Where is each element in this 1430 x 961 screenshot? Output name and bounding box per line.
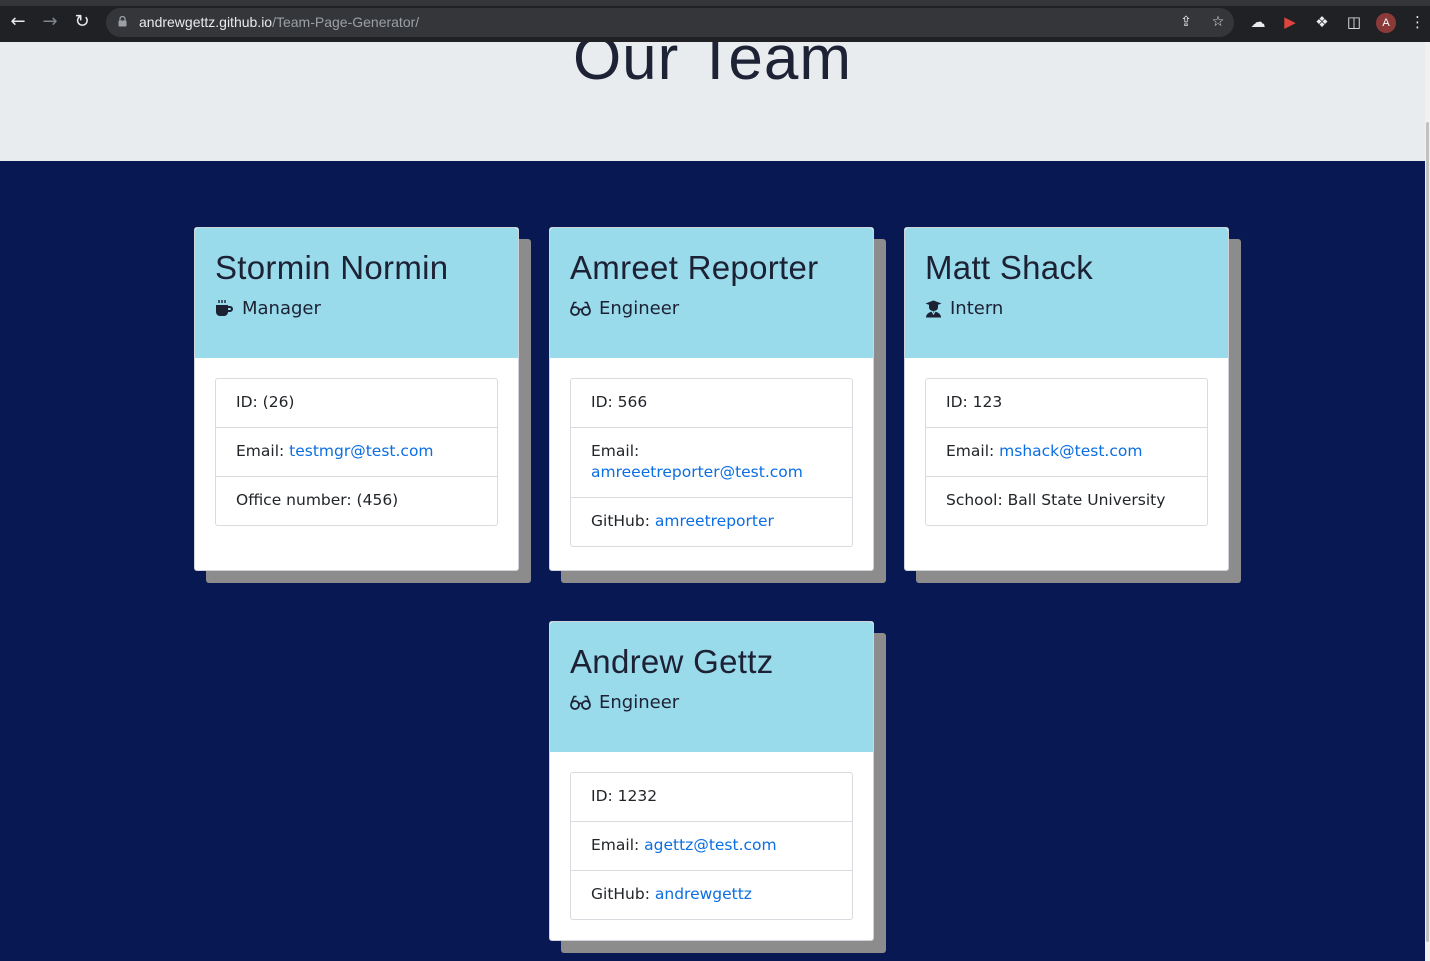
id-label: ID: [591, 787, 618, 805]
email-label: Email: [591, 836, 645, 854]
back-icon[interactable]: ← [8, 12, 28, 32]
extension-cloud-icon[interactable]: ☁ [1249, 13, 1267, 31]
forward-icon[interactable]: → [40, 12, 60, 32]
email-link[interactable]: mshack@test.com [999, 442, 1142, 460]
team-card: Matt Shack Intern ID: 123 Email: mshack@… [904, 227, 1229, 571]
graduate-icon [925, 300, 942, 317]
office-value: (456) [356, 491, 399, 509]
team-card: Amreet Reporter Engineer ID: 566 Email: a… [549, 227, 874, 571]
email-row: Email: agettz@test.com [571, 821, 852, 870]
bookmark-star-icon[interactable]: ☆ [1210, 14, 1226, 30]
url-path: /Team-Page-Generator/ [272, 14, 420, 30]
card-body: ID: 566 Email: amreeetreporter@test.com G… [550, 358, 873, 567]
employee-role: Engineer [570, 692, 853, 713]
id-value: 123 [972, 393, 1003, 411]
share-icon[interactable]: ⇪ [1178, 14, 1194, 30]
employee-name: Matt Shack [925, 249, 1094, 286]
school-value: Ball State University [1007, 491, 1166, 509]
page-title: Our Team [572, 42, 853, 93]
employee-role: Manager [215, 298, 498, 319]
browser-toolbar: ← → ↻ andrewgettz.github.io/Team-Page-Ge… [0, 0, 1430, 42]
menu-kebab-icon[interactable]: ⋮ [1410, 13, 1425, 31]
github-link[interactable]: andrewgettz [655, 885, 752, 903]
extensions-puzzle-icon[interactable]: ❖ [1313, 13, 1331, 31]
github-link[interactable]: amreetreporter [655, 512, 774, 530]
employee-role: Intern [925, 298, 1208, 319]
info-list: ID: (26) Email: testmgr@test.com Office … [215, 378, 498, 526]
id-row: ID: 566 [571, 379, 852, 427]
info-list: ID: 1232 Email: agettz@test.com GitHub: … [570, 772, 853, 920]
role-label: Engineer [599, 692, 680, 713]
school-label: School: [946, 491, 1008, 509]
github-row: GitHub: amreetreporter [571, 497, 852, 546]
team-card: Andrew Gettz Engineer ID: 1232 Email: ag… [549, 621, 874, 941]
side-panel-icon[interactable]: ◫ [1345, 13, 1363, 31]
email-label: Email: [946, 442, 1000, 460]
card-header: Amreet Reporter Engineer [550, 228, 873, 358]
employee-name: Amreet Reporter [570, 249, 819, 286]
card-body: ID: (26) Email: testmgr@test.com Office … [195, 358, 518, 546]
email-link[interactable]: agettz@test.com [644, 836, 776, 854]
card-header: Matt Shack Intern [905, 228, 1228, 358]
id-label: ID: [591, 393, 618, 411]
lock-icon [118, 16, 127, 27]
employee-role: Engineer [570, 298, 853, 319]
card-body: ID: 1232 Email: agettz@test.com GitHub: … [550, 752, 873, 940]
github-label: GitHub: [591, 512, 655, 530]
school-row: School: Ball State University [926, 476, 1207, 525]
card-body: ID: 123 Email: mshack@test.com School: B… [905, 358, 1228, 546]
id-label: ID: [236, 393, 263, 411]
scrollbar-thumb[interactable] [1426, 122, 1429, 942]
id-value: (26) [262, 393, 295, 411]
card-header: Stormin Normin Manager [195, 228, 518, 358]
profile-avatar[interactable]: A [1376, 13, 1396, 33]
id-label: ID: [946, 393, 973, 411]
card-header: Andrew Gettz Engineer [550, 622, 873, 752]
id-value: 1232 [617, 787, 658, 805]
glasses-icon [570, 301, 591, 316]
email-row: Email: mshack@test.com [926, 427, 1207, 476]
coffee-icon [216, 300, 233, 316]
email-label: Email: [236, 442, 290, 460]
page-header: Our Team [0, 42, 1425, 161]
role-label: Manager [242, 298, 321, 319]
email-label: Email: [591, 442, 640, 460]
url-host: andrewgettz.github.io [139, 14, 273, 30]
employee-name: Stormin Normin [215, 249, 449, 286]
employee-name: Andrew Gettz [570, 643, 774, 680]
glasses-icon [570, 695, 591, 710]
reload-icon[interactable]: ↻ [72, 12, 92, 32]
email-link[interactable]: amreeetreporter@test.com [591, 463, 803, 481]
id-value: 566 [617, 393, 648, 411]
office-number-row: Office number: (456) [216, 476, 497, 525]
id-row: ID: 1232 [571, 773, 852, 821]
id-row: ID: 123 [926, 379, 1207, 427]
email-row: Email: testmgr@test.com [216, 427, 497, 476]
scrollbar[interactable] [1425, 42, 1430, 961]
github-row: GitHub: andrewgettz [571, 870, 852, 919]
url-text: andrewgettz.github.io/Team-Page-Generato… [139, 14, 419, 30]
id-row: ID: (26) [216, 379, 497, 427]
address-bar[interactable]: andrewgettz.github.io/Team-Page-Generato… [106, 8, 1234, 37]
team-card: Stormin Normin Manager ID: (26) Email: t… [194, 227, 519, 571]
email-link[interactable]: testmgr@test.com [289, 442, 433, 460]
tab-strip [0, 0, 1430, 6]
info-list: ID: 566 Email: amreeetreporter@test.com G… [570, 378, 853, 547]
role-label: Engineer [599, 298, 680, 319]
extension-video-icon[interactable]: ▶ [1281, 13, 1299, 31]
role-label: Intern [950, 298, 1004, 319]
email-row: Email: amreeetreporter@test.com [571, 427, 852, 497]
office-label: Office number: [236, 491, 357, 509]
github-label: GitHub: [591, 885, 655, 903]
info-list: ID: 123 Email: mshack@test.com School: B… [925, 378, 1208, 526]
